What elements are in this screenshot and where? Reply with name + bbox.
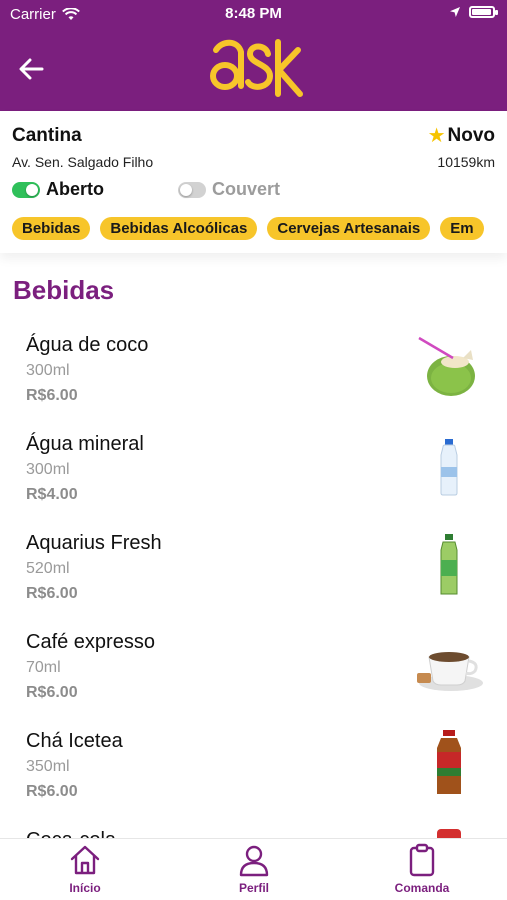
water-bottle-image <box>440 439 458 496</box>
clipboard-icon <box>409 843 435 877</box>
section-title: Bebidas <box>13 275 115 305</box>
product-name: Aquarius Fresh <box>26 532 162 554</box>
product-list: Água de coco 300ml R$6.00 Água mineral 3… <box>0 318 507 838</box>
product-size: 300ml <box>26 461 70 478</box>
tab-inicio-label: Início <box>69 881 101 895</box>
green-bottle-image <box>440 534 458 595</box>
product-size: 300ml <box>26 362 70 379</box>
status-time: 8:48 PM <box>225 5 282 22</box>
product-price: R$4.00 <box>26 486 78 503</box>
tab-bar: Início Perfil Comanda <box>0 838 507 900</box>
star-icon: ★ <box>427 125 446 147</box>
store-name: Cantina <box>12 125 82 146</box>
couvert-label: Couvert <box>212 179 281 199</box>
store-card: Cantina Av. Sen. Salgado Filho ★ Novo 10… <box>0 111 507 253</box>
product-name: Chá Icetea <box>26 730 123 752</box>
store-distance: 10159km <box>437 154 495 170</box>
product-size: 520ml <box>26 560 70 577</box>
open-label: Aberto <box>46 179 104 199</box>
store-address: Av. Sen. Salgado Filho <box>12 154 154 170</box>
tab-perfil-label: Perfil <box>238 881 269 895</box>
product-price: R$6.00 <box>26 783 78 800</box>
location-arrow-icon <box>450 7 460 17</box>
home-icon <box>70 845 100 875</box>
product-item[interactable]: Café expresso 70ml R$6.00 <box>0 615 507 714</box>
product-item[interactable]: Coca-cola <box>0 813 507 838</box>
product-name: Água de coco <box>26 334 149 356</box>
category-chip-partial[interactable]: Em <box>440 217 484 240</box>
soda-can-image <box>437 829 461 838</box>
coconut-image <box>418 336 475 396</box>
product-item[interactable]: Água mineral 300ml R$4.00 <box>0 417 507 516</box>
couvert-toggle[interactable]: Couvert <box>178 179 280 200</box>
status-right <box>449 6 498 18</box>
toggle-row: Aberto Couvert <box>12 179 492 203</box>
new-badge-label: Novo <box>447 124 496 146</box>
icetea-bottle-image <box>437 730 461 794</box>
arrow-left-icon <box>19 58 44 80</box>
status-bar: Carrier 8:48 PM <box>0 0 507 28</box>
new-badge: ★ Novo <box>428 123 495 148</box>
coffee-cup-image <box>417 652 483 691</box>
tab-inicio[interactable]: Início <box>25 843 145 899</box>
battery-icon <box>469 6 498 18</box>
tab-perfil[interactable]: Perfil <box>194 843 314 899</box>
product-name: Café expresso <box>26 631 155 653</box>
tab-comanda-label: Comanda <box>394 881 450 895</box>
product-item[interactable]: Aquarius Fresh 520ml R$6.00 <box>0 516 507 615</box>
product-price: R$6.00 <box>26 585 78 602</box>
product-size: 350ml <box>26 758 70 775</box>
product-price: R$6.00 <box>26 387 78 404</box>
category-chip-cervejas-artesanais[interactable]: Cervejas Artesanais <box>267 217 431 240</box>
product-name: Coca-cola <box>26 829 116 838</box>
open-switch[interactable] <box>12 181 40 198</box>
product-price: R$6.00 <box>26 684 78 701</box>
category-chips: Bebidas Bebidas Alcoólicas Cervejas Artesa… <box>12 217 507 241</box>
profile-icon <box>239 845 269 877</box>
product-name: Água mineral <box>26 433 144 455</box>
open-toggle[interactable]: Aberto <box>12 179 104 200</box>
app-header: Carrier 8:48 PM <box>0 0 507 111</box>
product-item[interactable]: Água de coco 300ml R$6.00 <box>0 318 507 417</box>
tab-comanda[interactable]: Comanda <box>362 843 482 899</box>
product-item[interactable]: Chá Icetea 350ml R$6.00 <box>0 714 507 813</box>
back-button[interactable] <box>16 54 46 84</box>
category-chip-bebidas[interactable]: Bebidas <box>12 217 91 240</box>
couvert-switch[interactable] <box>178 181 206 198</box>
ask-logo <box>210 39 303 97</box>
product-size: 70ml <box>26 659 61 676</box>
category-chip-bebidas-alcoolicas[interactable]: Bebidas Alcoólicas <box>100 217 258 240</box>
